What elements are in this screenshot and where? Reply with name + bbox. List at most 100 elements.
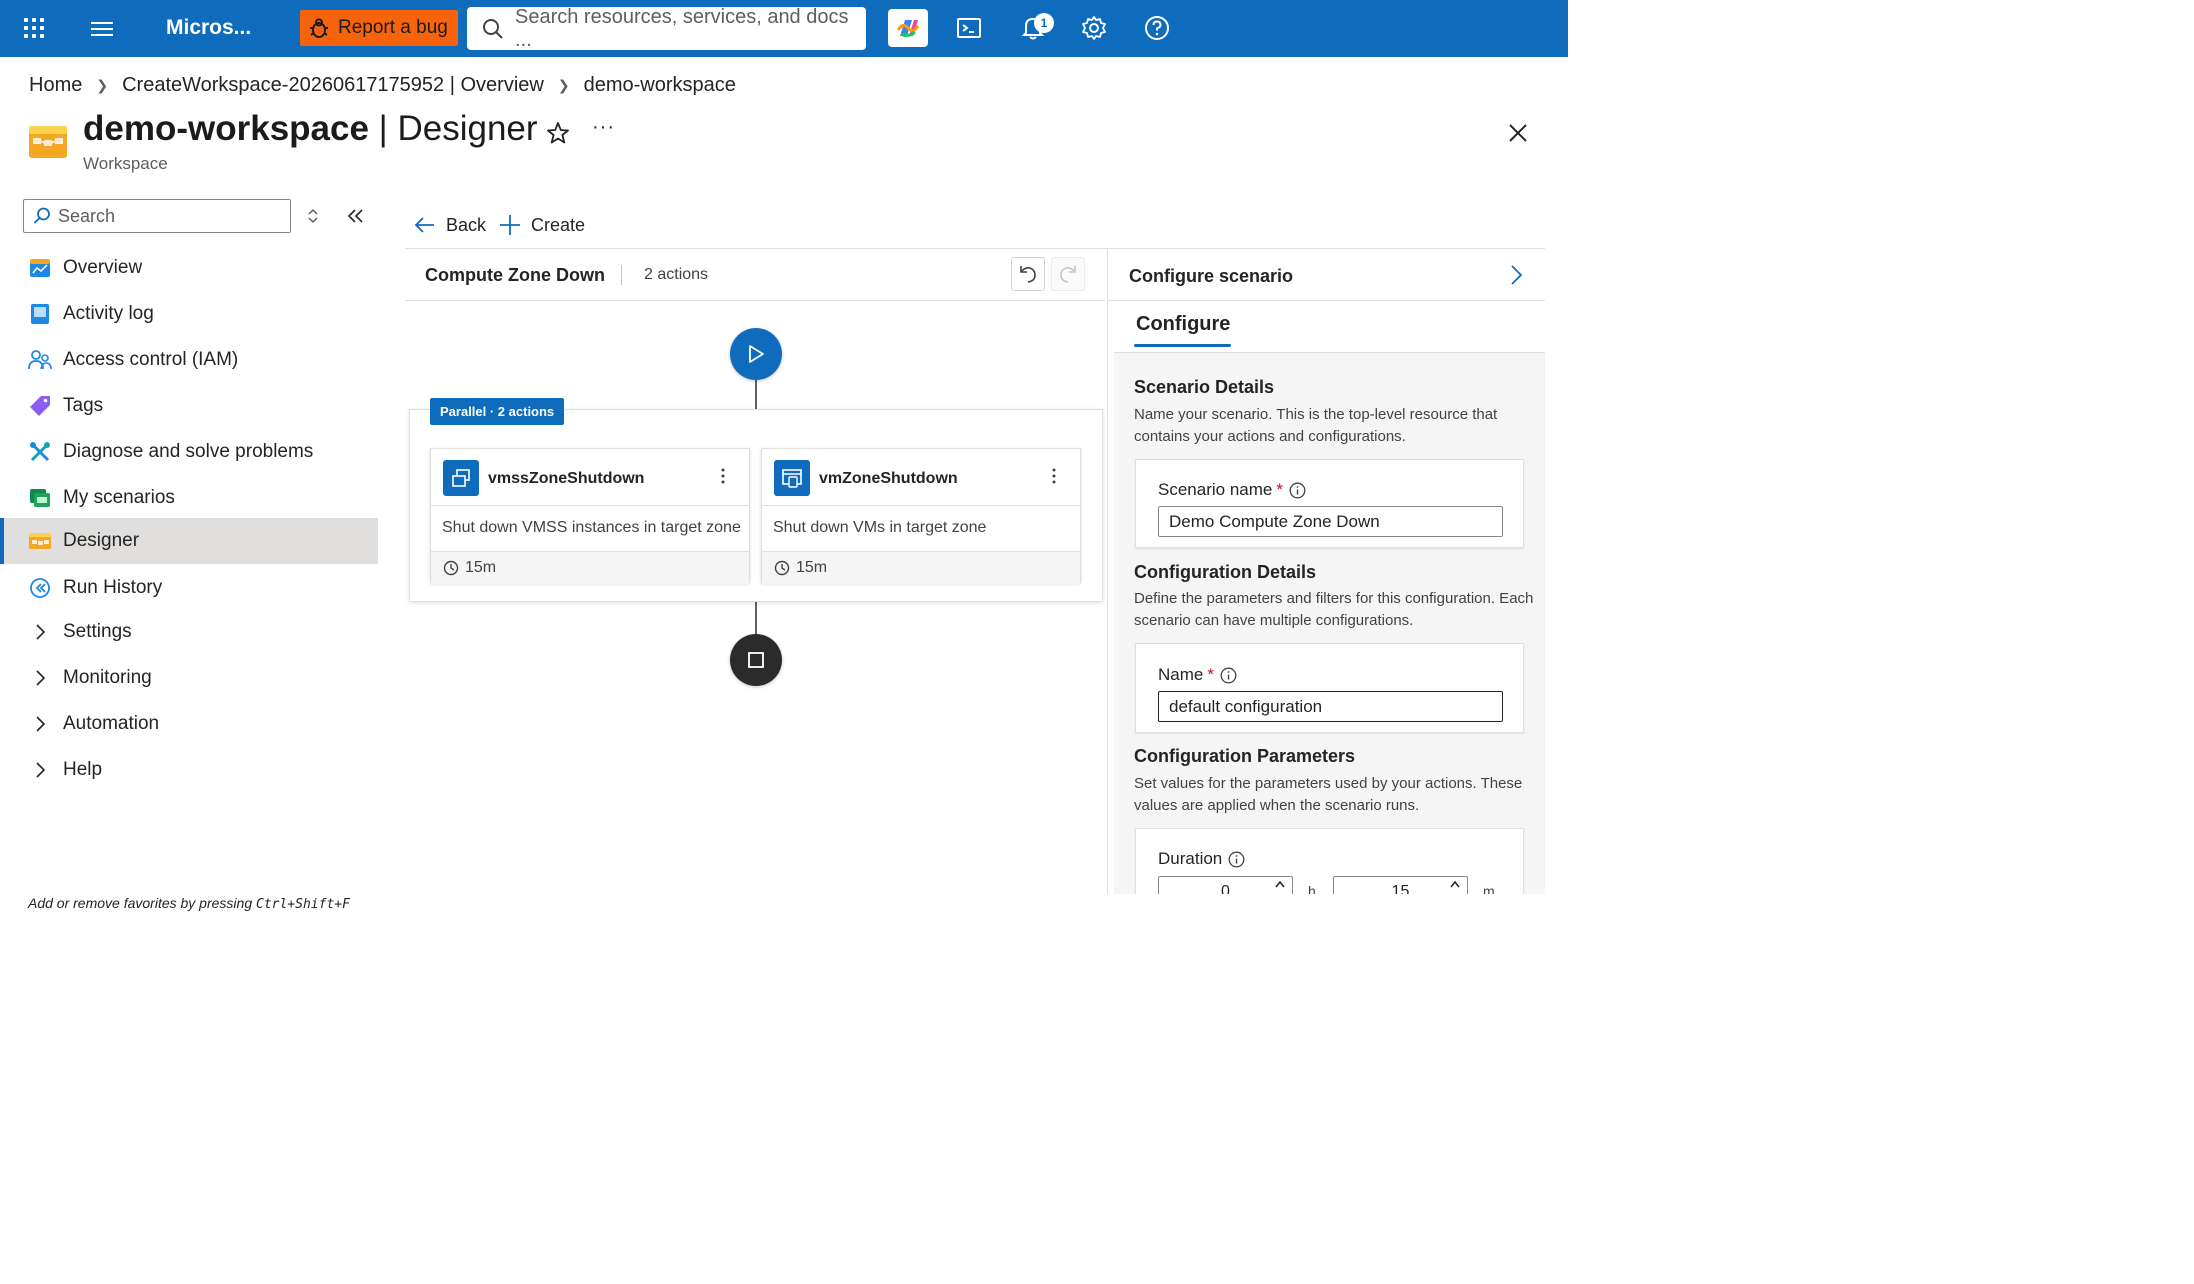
settings-button[interactable] xyxy=(1080,14,1108,42)
workspace-icon xyxy=(29,126,67,158)
activity-log-icon xyxy=(28,302,52,326)
flow-connector xyxy=(755,380,757,410)
hours-unit: h xyxy=(1308,883,1316,894)
nav-item-label: My scenarios xyxy=(63,487,175,508)
scenario-name-label: Scenario name * xyxy=(1158,480,1306,500)
breadcrumb-workspace[interactable]: demo-workspace xyxy=(584,74,736,97)
nav-item-my-scenarios[interactable]: My scenarios xyxy=(0,475,378,521)
favorites-hint-text: Add or remove favorites by pressing xyxy=(28,895,256,911)
start-node[interactable] xyxy=(730,328,782,380)
brand-link[interactable]: Micros... xyxy=(166,16,251,40)
info-icon[interactable] xyxy=(1220,667,1237,684)
history-icon xyxy=(28,576,52,600)
info-icon[interactable] xyxy=(1289,482,1306,499)
nav-item-label: Activity log xyxy=(63,303,154,324)
more-options-icon[interactable]: ··· xyxy=(592,116,615,139)
stop-icon xyxy=(748,652,764,668)
action-duration-value: 15m xyxy=(465,559,497,576)
breadcrumb-home[interactable]: Home xyxy=(29,74,82,97)
chevron-up-icon[interactable] xyxy=(1274,879,1286,889)
global-search-input[interactable]: Search resources, services, and docs ... xyxy=(467,6,866,51)
duration-label: Duration xyxy=(1158,849,1245,869)
nav-item-label: Access control (IAM) xyxy=(63,349,239,370)
nav-item-activity-log[interactable]: Activity log xyxy=(0,291,378,337)
duration-hours-input[interactable]: 0 xyxy=(1158,876,1293,894)
help-button[interactable] xyxy=(1143,14,1171,42)
action-description: Shut down VMs in target zone xyxy=(773,519,987,536)
chevron-up-icon[interactable] xyxy=(1449,879,1461,889)
flow-connector xyxy=(755,602,757,635)
nav-item-settings[interactable]: Settings xyxy=(0,609,378,655)
nav-item-label: Settings xyxy=(63,621,132,642)
notification-badge: 1 xyxy=(1034,13,1054,33)
collapse-panel-icon[interactable] xyxy=(1506,263,1526,287)
nav-item-access-control[interactable]: Access control (IAM) xyxy=(0,337,378,383)
nav-search-input[interactable]: Search xyxy=(23,199,291,233)
nav-item-run-history[interactable]: Run History xyxy=(0,565,378,611)
tab-configure[interactable]: Configure xyxy=(1136,313,1230,336)
action-description: Shut down VMSS instances in target zone xyxy=(442,519,741,536)
scenario-details-desc: Name your scenario. This is the top-leve… xyxy=(1134,406,1498,445)
nav-item-designer[interactable]: Designer xyxy=(0,518,378,564)
cloud-shell-button[interactable] xyxy=(955,14,983,42)
action-name: vmZoneShutdown xyxy=(819,470,958,487)
create-button[interactable]: Create xyxy=(499,212,585,238)
action-card-vmss[interactable]: vmssZoneShutdown Shut down VMSS instance… xyxy=(430,448,750,584)
close-icon[interactable] xyxy=(1506,121,1530,145)
undo-button[interactable] xyxy=(1011,257,1045,291)
config-name-label-text: Name xyxy=(1158,665,1204,684)
nav-item-label: Monitoring xyxy=(63,667,152,688)
nav-item-tags[interactable]: Tags xyxy=(0,383,378,429)
breadcrumb: Home ❯ CreateWorkspace-20260617175952 | … xyxy=(29,72,736,98)
clock-icon xyxy=(443,560,459,576)
action-card-header: vmssZoneShutdown xyxy=(431,449,749,506)
wrench-icon xyxy=(28,440,52,464)
favorite-star-icon[interactable] xyxy=(545,120,571,146)
search-icon xyxy=(33,207,50,224)
nav-item-diagnose[interactable]: Diagnose and solve problems xyxy=(0,429,378,475)
action-name: vmssZoneShutdown xyxy=(488,470,645,487)
copilot-button[interactable] xyxy=(888,9,928,47)
nav-item-automation[interactable]: Automation xyxy=(0,701,378,747)
report-bug-button[interactable]: Report a bug xyxy=(300,10,458,46)
nav-item-monitoring[interactable]: Monitoring xyxy=(0,655,378,701)
favorites-hint-keys: Ctrl+Shift+F xyxy=(256,897,350,912)
chevron-right-icon xyxy=(28,712,52,736)
plus-icon xyxy=(500,215,520,235)
duration-minutes-input[interactable]: 15 xyxy=(1333,876,1468,894)
scenario-details-title: Scenario Details xyxy=(1134,377,1275,397)
nav-search-placeholder: Search xyxy=(58,205,116,226)
page-title-resource: demo-workspace xyxy=(83,109,369,148)
expand-collapse-icon[interactable] xyxy=(305,206,321,226)
chevron-right-icon xyxy=(28,758,52,782)
chevron-right-icon: ❯ xyxy=(96,76,109,93)
nav-item-label: Tags xyxy=(63,395,104,416)
config-params-desc: Set values for the parameters used by yo… xyxy=(1134,775,1523,814)
portal-menu-icon[interactable] xyxy=(91,18,115,38)
nav-item-overview[interactable]: Overview xyxy=(0,245,378,291)
app-launcher-icon[interactable] xyxy=(22,16,46,40)
config-name-input[interactable]: default configuration xyxy=(1158,691,1503,722)
collapse-menu-icon[interactable] xyxy=(346,207,366,225)
back-button[interactable]: Back xyxy=(414,212,486,238)
action-card-vm[interactable]: vmZoneShutdown Shut down VMs in target z… xyxy=(761,448,1081,584)
breadcrumb-deployment[interactable]: CreateWorkspace-20260617175952 | Overvie… xyxy=(122,74,544,97)
action-card-header: vmZoneShutdown xyxy=(762,449,1080,506)
scenario-title: Compute Zone Down xyxy=(425,265,605,285)
back-label: Back xyxy=(446,214,487,235)
page-title-blade: | Designer xyxy=(368,109,538,148)
info-icon[interactable] xyxy=(1228,851,1245,868)
required-marker: * xyxy=(1207,665,1214,684)
scenario-name-input[interactable]: Demo Compute Zone Down xyxy=(1158,506,1503,537)
duration-hours-value: 0 xyxy=(1221,882,1230,895)
play-icon xyxy=(749,345,764,363)
end-node[interactable] xyxy=(730,634,782,686)
clock-icon xyxy=(774,560,790,576)
terminal-icon xyxy=(957,18,981,38)
nav-item-help[interactable]: Help xyxy=(0,747,378,793)
more-vertical-icon[interactable] xyxy=(721,467,725,485)
config-details-title: Configuration Details xyxy=(1134,562,1317,582)
more-vertical-icon[interactable] xyxy=(1052,467,1056,485)
redo-button[interactable] xyxy=(1051,257,1085,291)
panel-title: Configure scenario xyxy=(1129,266,1294,286)
